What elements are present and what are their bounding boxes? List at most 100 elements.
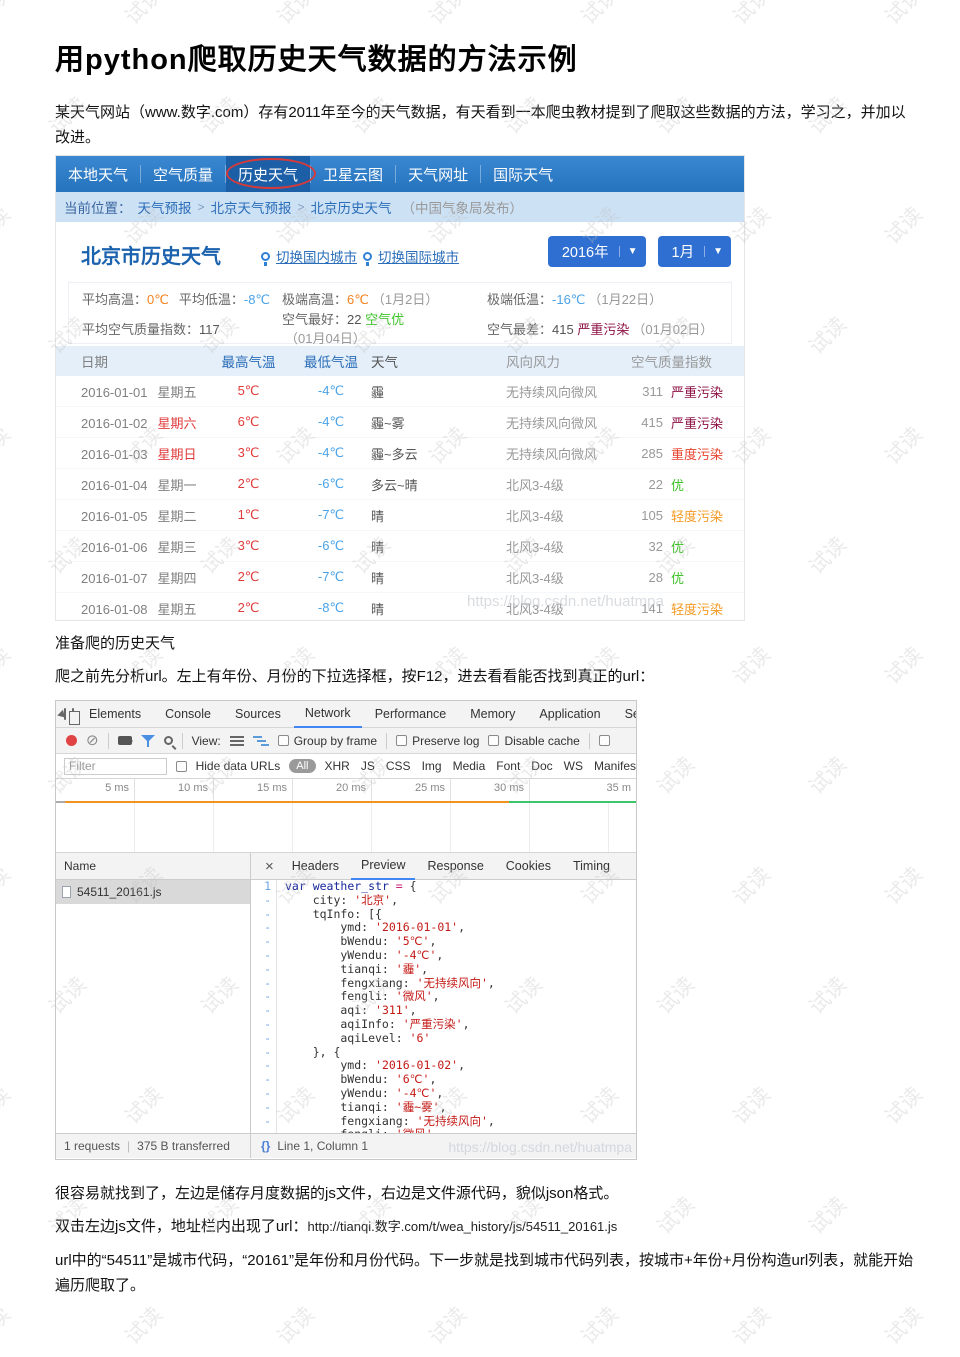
code-text: ymd: '2016-01-02', (277, 1059, 465, 1073)
screenshot-camera-icon[interactable] (118, 736, 132, 745)
location-pin-icon (261, 252, 270, 261)
devtools-tab-sources[interactable]: Sources (224, 701, 292, 728)
breadcrumb-link[interactable]: 天气预报 (138, 197, 192, 217)
close-icon[interactable]: × (259, 858, 280, 875)
code-line: - ymd: '2016-01-02', (251, 1059, 636, 1073)
stats-row: 平均空气质量指数：117空气最好：22 空气优（01月04日）空气最差：415 … (69, 313, 731, 343)
panel-tab-timing[interactable]: Timing (563, 853, 620, 880)
line-number: - (251, 963, 277, 977)
aqi-level: 轻度污染 (671, 599, 723, 618)
checkbox[interactable] (488, 735, 499, 746)
filter-type-xhr[interactable]: XHR (325, 759, 350, 773)
switch-international-city-link[interactable]: 切换国际城市 (378, 246, 459, 266)
cell-low-temp: -7℃ (291, 507, 371, 523)
devtools-tab-memory[interactable]: Memory (459, 701, 526, 728)
stat-item: 平均高温：0℃ (82, 289, 169, 308)
aqi-level: 优 (671, 475, 684, 494)
weather-nav-tab-4[interactable]: 卫星云图 (316, 156, 390, 192)
filter-type-css[interactable]: CSS (386, 759, 411, 773)
cell-wind: 北风3-4级 (506, 568, 631, 587)
code-line: - tianqi: '霾', (251, 963, 636, 977)
date-text: 2016-01-06 (81, 540, 148, 555)
devtools-tab-performance[interactable]: Performance (364, 701, 458, 728)
stat-note: （01月04日） (285, 331, 366, 346)
cell-aqi: 32优 (631, 537, 744, 556)
devtools-content: 54511_20161.js 1var weather_str = {- cit… (56, 880, 636, 1133)
divider (310, 165, 311, 183)
weather-site-screenshot: 本地天气空气质量历史天气卫星云图天气网址国际天气 当前位置：天气预报>北京天气预… (55, 155, 745, 621)
timeline-tick: 15 ms (214, 779, 293, 801)
weekday-text: 星期一 (158, 478, 197, 493)
panel-tab-response[interactable]: Response (417, 853, 493, 880)
devtools-tab-console[interactable]: Console (154, 701, 222, 728)
filter-type-media[interactable]: Media (453, 759, 486, 773)
filter-type-manifes[interactable]: Manifes (594, 759, 636, 773)
paragraph-doubleclick: 双击左边js文件，地址栏内出现了url：http://tianqi.数字.com… (55, 1214, 915, 1239)
aqi-level: 重度污染 (671, 444, 723, 463)
filter-type-js[interactable]: JS (361, 759, 375, 773)
weather-nav-tab-3[interactable]: 历史天气 (226, 156, 310, 192)
file-icon (62, 886, 71, 898)
divider (108, 733, 109, 749)
devtools-tab-network[interactable]: Network (294, 701, 362, 728)
code-text: ymd: '2016-01-01', (277, 921, 465, 935)
checkbox[interactable] (278, 735, 289, 746)
stat-note: （1月22日） (588, 292, 662, 307)
record-icon[interactable] (66, 735, 77, 746)
filter-type-ws[interactable]: WS (564, 759, 583, 773)
device-toolbar-icon[interactable] (72, 708, 74, 721)
filter-all-pill[interactable]: All (289, 759, 315, 773)
filter-funnel-icon[interactable] (141, 735, 155, 747)
table-row: 2016-01-04星期一2℃-6℃多云~晴北风3-4级22优 (56, 469, 744, 500)
inspect-element-icon[interactable] (64, 708, 66, 720)
aqi-value: 415 (631, 415, 663, 430)
code-text: bWendu: '6℃', (277, 1073, 436, 1087)
devtools-tab-elements[interactable]: Elements (78, 701, 152, 728)
code-line: - yWendu: '-4℃', (251, 1087, 636, 1101)
code-text: fengxiang: '无持续风向', (277, 977, 495, 991)
filter-type-doc[interactable]: Doc (531, 759, 552, 773)
requests-count: 1 requests (64, 1139, 120, 1153)
timeline-tick: 10 ms (135, 779, 214, 801)
panel-tab-cookies[interactable]: Cookies (496, 853, 561, 880)
waterfall-view-icon[interactable] (253, 736, 269, 746)
breadcrumb-link[interactable]: 北京天气预报 (211, 197, 292, 217)
checkbox-label: Disable cache (504, 734, 579, 748)
checkbox[interactable] (599, 735, 610, 746)
weather-nav-tab-6[interactable]: 国际天气 (486, 156, 560, 192)
panel-tab-preview[interactable]: Preview (351, 853, 415, 880)
stat-value: -16℃ (552, 292, 585, 307)
checkbox[interactable] (396, 735, 407, 746)
name-column-header[interactable]: Name (56, 853, 251, 879)
weather-nav-tab-2[interactable]: 空气质量 (146, 156, 220, 192)
panel-tab-headers[interactable]: Headers (282, 853, 349, 880)
filter-type-font[interactable]: Font (496, 759, 520, 773)
stat-item: 极端高温：6℃（1月2日） (282, 292, 438, 307)
stat-label: 空气最差： (487, 322, 552, 337)
cell-date: 2016-01-02星期六 (81, 413, 206, 432)
switch-domestic-city-link[interactable]: 切换国内城市 (276, 246, 357, 266)
view-label: View: (192, 734, 221, 748)
cell-high-temp: 2℃ (206, 476, 291, 492)
cell-low-temp: -8℃ (291, 600, 371, 616)
clear-icon[interactable]: ⊘ (86, 735, 99, 746)
filter-input[interactable]: Filter (64, 758, 167, 775)
city-switch-links: 切换国内城市 切换国际城市 (261, 246, 459, 266)
filter-type-img[interactable]: Img (422, 759, 442, 773)
devtools-tab-application[interactable]: Application (528, 701, 611, 728)
request-list-item[interactable]: 54511_20161.js (56, 880, 250, 904)
weather-nav-tab-5[interactable]: 天气网址 (401, 156, 475, 192)
format-braces-icon[interactable]: {} (261, 1139, 270, 1153)
aqi-level: 轻度污染 (671, 506, 723, 525)
year-select[interactable]: 2016年 ▼ (548, 236, 646, 267)
stat-label: 平均高温： (82, 292, 147, 307)
weather-nav-tab-1[interactable]: 本地天气 (61, 156, 135, 192)
cell-weather: 晴 (371, 599, 506, 618)
month-select[interactable]: 1月 ▼ (658, 236, 731, 267)
devtools-tab-se[interactable]: Se (614, 701, 637, 728)
search-icon[interactable] (164, 736, 173, 745)
breadcrumb-link[interactable]: 北京历史天气 (311, 197, 392, 217)
weather-table: 日期最高气温最低气温天气风向风力空气质量指数2016-01-01星期五5℃-4℃… (56, 346, 744, 621)
hide-data-urls-checkbox[interactable] (176, 761, 187, 772)
list-view-icon[interactable] (230, 736, 244, 746)
